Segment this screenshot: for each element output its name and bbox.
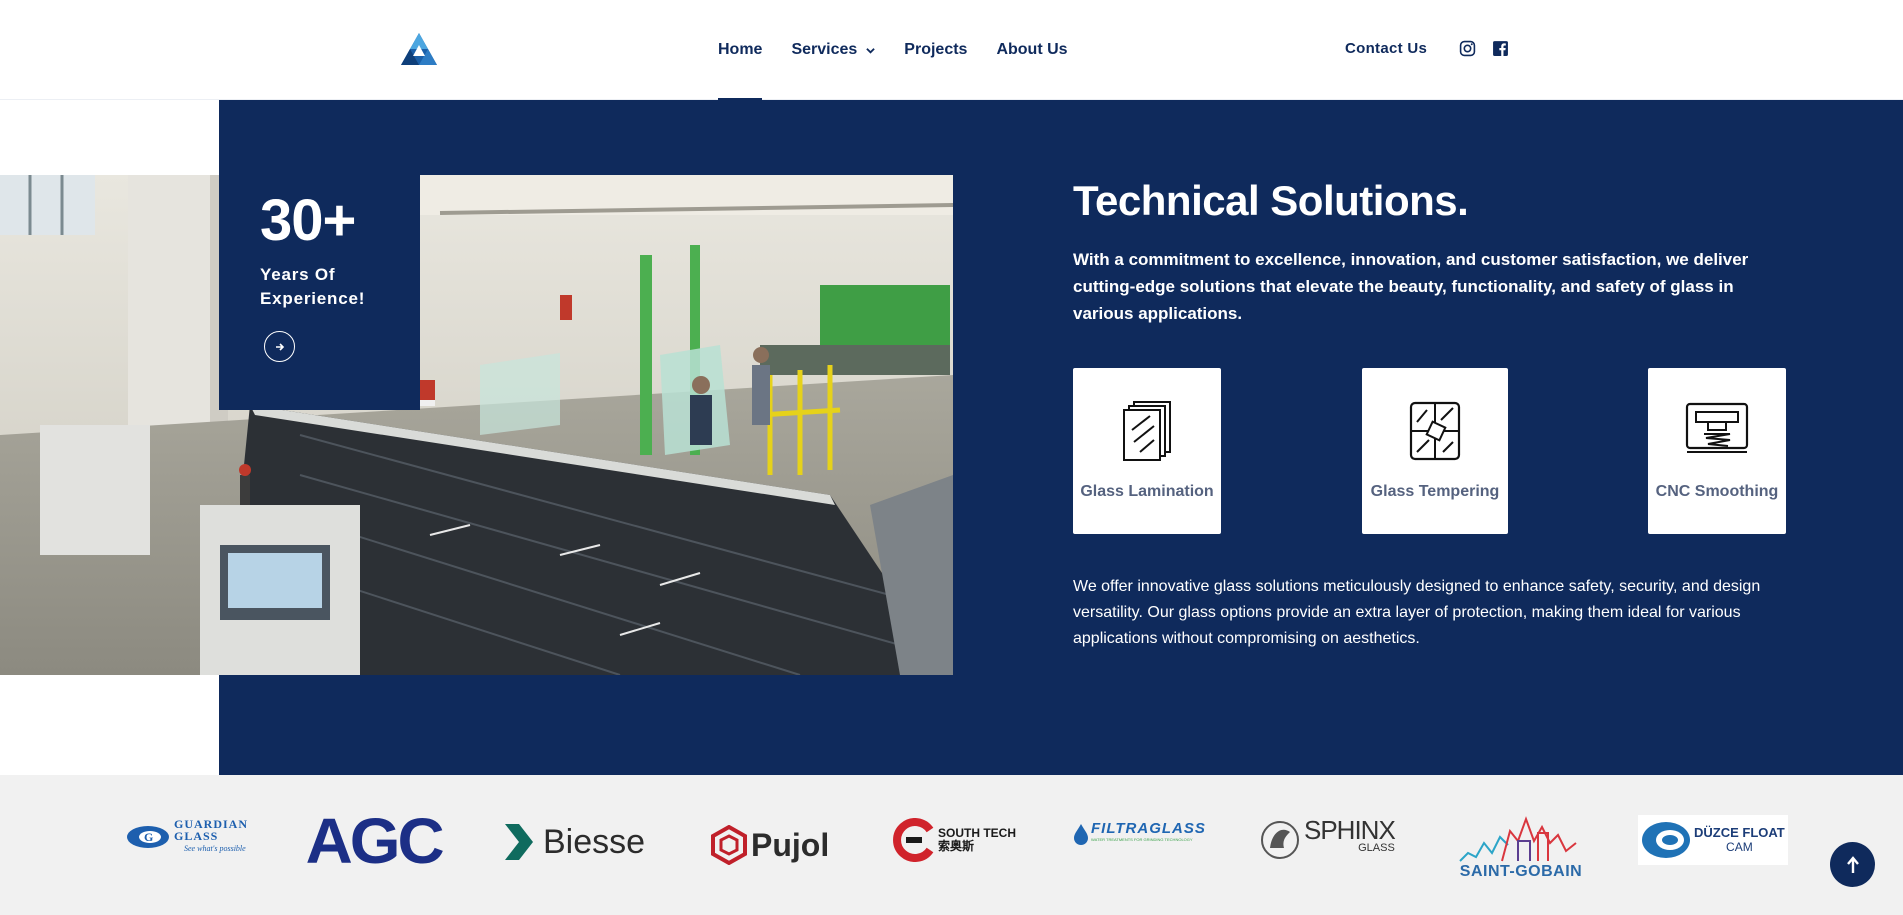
brand-guardian-logo[interactable]: G GUARDIAN GLASS See what's possible [126, 818, 248, 855]
nav-home[interactable]: Home [718, 0, 763, 100]
nav-about-label: About Us [996, 41, 1068, 58]
experience-label: Years Of Experience! [260, 265, 366, 308]
saint-gobain-text: SAINT-GOBAIN [1459, 863, 1583, 880]
experience-arrow-button[interactable] [264, 331, 295, 362]
card-glass-lamination[interactable]: Glass Lamination [1073, 368, 1221, 534]
card-label-lamination: Glass Lamination [1080, 483, 1214, 500]
nav-about[interactable]: About Us [996, 0, 1067, 100]
nav-services[interactable]: Services [791, 0, 876, 100]
instagram-icon[interactable] [1459, 40, 1476, 57]
southtech-cn: 索奥斯 [938, 839, 975, 853]
brand-saint-gobain-logo[interactable]: SAINT-GOBAIN [1454, 813, 1588, 881]
card-cnc-smoothing[interactable]: CNC Smoothing [1648, 368, 1786, 534]
svg-text:G: G [144, 830, 153, 844]
nav-projects[interactable]: Projects [904, 0, 967, 100]
biesse-text: Biesse [543, 822, 646, 861]
saint-gobain-skyline-icon [1459, 816, 1577, 862]
filtraglass-tagline: WATER TREATMENTS FOR GRINDING TECHNOLOGY [1091, 837, 1193, 842]
duzce-line1: DÜZCE FLOAT [1694, 825, 1785, 840]
brand-agc-logo[interactable]: AGC [305, 805, 445, 877]
section-title: Technical Solutions. [1073, 177, 1469, 224]
glass-lamination-icon [1123, 401, 1171, 461]
section-body: We offer innovative glass solutions meti… [1073, 578, 1761, 647]
chevron-down-icon [866, 47, 876, 54]
nav-projects-label: Projects [904, 41, 968, 58]
arrow-right-icon [275, 342, 284, 351]
pujol-text: Pujol [751, 826, 830, 863]
section-lead: With a commitment to excellence, innovat… [1073, 250, 1749, 323]
filtraglass-drop-icon [1074, 824, 1088, 845]
brand-filtraglass-logo[interactable]: FILTRAGLASS WATER TREATMENTS FOR GRINDIN… [1073, 820, 1206, 845]
sphinx-mark-icon [1261, 821, 1299, 859]
card-label-cnc: CNC Smoothing [1655, 483, 1779, 500]
filtraglass-name: FILTRAGLASS [1091, 820, 1206, 837]
cnc-smoothing-icon [1685, 402, 1749, 453]
sphinx-name: SPHINX [1304, 815, 1396, 845]
card-glass-tempering[interactable]: Glass Tempering [1362, 368, 1508, 534]
agc-text: AGC [305, 805, 445, 877]
duzce-mark-icon [1642, 822, 1690, 858]
glass-tempering-icon [1409, 401, 1461, 461]
southtech-mark-icon [893, 818, 934, 862]
guardian-line2: GLASS [174, 829, 219, 843]
card-label-tempering: Glass Tempering [1370, 483, 1500, 500]
brand-pujol-logo[interactable]: Pujol [711, 825, 829, 865]
brand-sphinx-logo[interactable]: SPHINX GLASS [1260, 815, 1396, 860]
nav-services-label: Services [791, 41, 858, 58]
experience-number: 30+ [260, 188, 356, 253]
brand-southtech-logo[interactable]: SOUTH TECH 索奥斯 [892, 818, 1016, 862]
factory-photo [0, 175, 953, 675]
biesse-mark-icon [505, 824, 533, 860]
brand-duzce-logo[interactable]: DÜZCE FLOAT CAM [1638, 815, 1788, 865]
pujol-mark-icon [711, 825, 747, 865]
company-logo[interactable] [399, 31, 439, 71]
guardian-tagline: See what's possible [184, 844, 246, 853]
brand-biesse-logo[interactable]: Biesse [503, 822, 645, 862]
nav-home-label: Home [718, 41, 763, 58]
experience-box: 30+ Years Of Experience! [219, 175, 420, 410]
site-header: Home Services Projects About Us Contact … [0, 0, 1903, 100]
arrow-up-icon [1846, 855, 1859, 873]
duzce-line2: CAM [1726, 840, 1753, 854]
facebook-icon[interactable] [1492, 40, 1509, 57]
main-nav: Home Services Projects About Us [718, 0, 1097, 100]
back-to-top-button[interactable] [1830, 842, 1875, 887]
contact-link[interactable]: Contact Us [1345, 40, 1427, 57]
guardian-mark-icon: G [127, 825, 169, 848]
